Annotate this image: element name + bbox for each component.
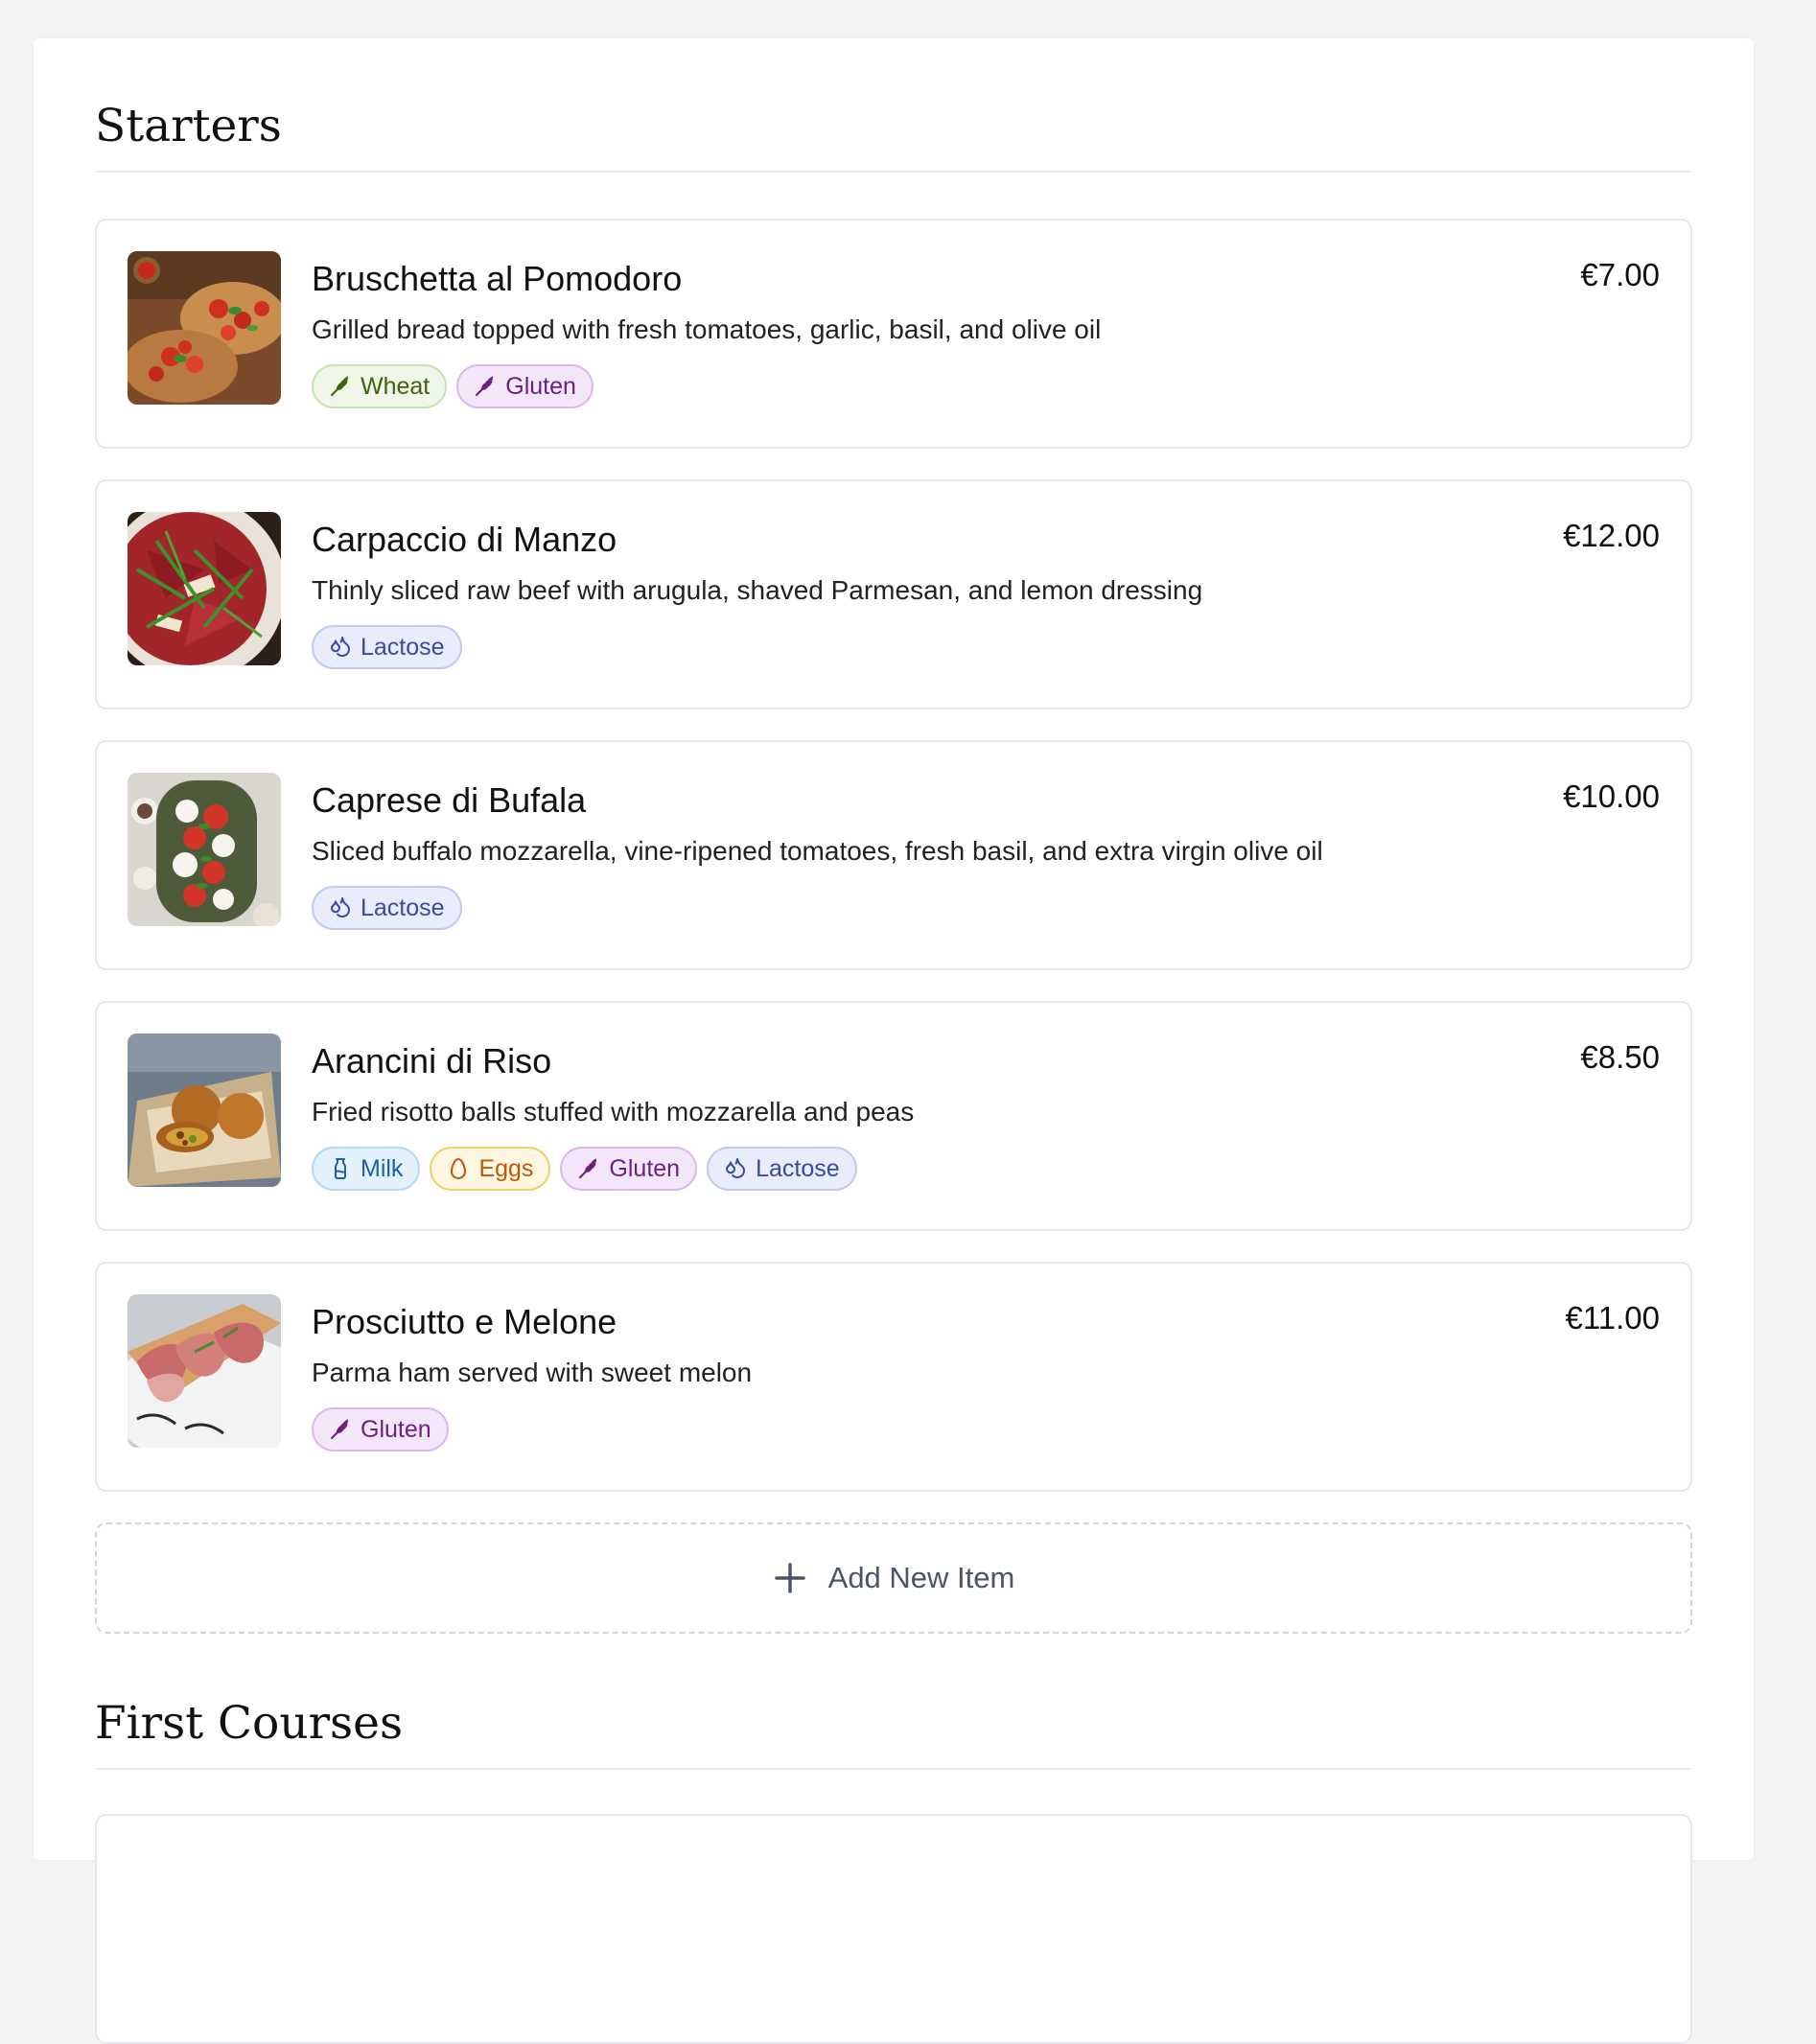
section-title: Starters <box>95 100 282 152</box>
section-title: First Courses <box>95 1697 404 1750</box>
allergen-label: Lactose <box>756 1154 840 1182</box>
prosciutto-image <box>128 1294 281 1448</box>
droplets-icon <box>724 1157 747 1180</box>
allergen-tag-gluten: Gluten <box>312 1407 449 1452</box>
menu-item-card[interactable]: Bruschetta al Pomodoro €7.00 Grilled bre… <box>95 219 1692 449</box>
item-price: €12.00 <box>1563 518 1660 553</box>
item-price: €7.00 <box>1580 257 1660 292</box>
plus-icon <box>773 1561 807 1595</box>
allergen-tag-lactose: Lactose <box>312 886 462 930</box>
item-name: Arancini di Riso <box>312 1041 552 1080</box>
carpaccio-image <box>128 512 281 665</box>
allergen-tags: Wheat Gluten <box>312 364 594 408</box>
item-name: Caprese di Bufala <box>312 780 587 820</box>
allergen-tag-lactose: Lactose <box>312 625 462 669</box>
arancini-image <box>128 1034 281 1187</box>
menu-item-card[interactable] <box>95 1814 1692 2044</box>
item-price: €11.00 <box>1565 1300 1660 1336</box>
wheat-icon <box>329 1418 352 1441</box>
bruschetta-image <box>128 251 281 405</box>
item-name: Bruschetta al Pomodoro <box>312 259 683 298</box>
allergen-tags: Gluten <box>312 1407 449 1452</box>
item-price: €8.50 <box>1580 1039 1660 1075</box>
allergen-label: Gluten <box>609 1154 681 1182</box>
allergen-tag-wheat: Wheat <box>312 364 448 408</box>
section-first-courses: First Courses <box>95 1701 1690 1746</box>
wheat-icon <box>329 375 352 398</box>
item-price: €10.00 <box>1563 778 1660 814</box>
item-description: Fried risotto balls stuffed with mozzare… <box>312 1097 915 1127</box>
milk-bottle-icon <box>329 1157 352 1180</box>
menu-item-card[interactable]: Prosciutto e Melone €11.00 Parma ham ser… <box>95 1262 1692 1492</box>
allergen-tag-lactose: Lactose <box>707 1147 857 1191</box>
item-name: Carpaccio di Manzo <box>312 520 617 559</box>
allergen-tag-gluten: Gluten <box>560 1147 698 1191</box>
menu-item-card[interactable]: Arancini di Riso €8.50 Fried risotto bal… <box>95 1001 1692 1231</box>
allergen-label: Gluten <box>505 372 576 400</box>
item-description: Sliced buffalo mozzarella, vine-ripened … <box>312 836 1323 866</box>
caprese-image <box>128 773 281 926</box>
allergen-label: Lactose <box>361 894 445 921</box>
wheat-icon <box>577 1157 600 1180</box>
item-description: Thinly sliced raw beef with arugula, sha… <box>312 575 1203 605</box>
add-new-item-label: Add New Item <box>827 1561 1015 1594</box>
allergen-tag-gluten: Gluten <box>456 364 594 408</box>
menu-editor-panel: Starters Bruschetta al Pomodoro €7.00 Gr… <box>34 38 1754 2044</box>
egg-icon <box>447 1157 470 1180</box>
droplets-icon <box>329 636 352 659</box>
droplets-icon <box>329 896 352 919</box>
section-starters: Starters <box>95 104 1690 149</box>
allergen-label: Wheat <box>361 372 431 400</box>
menu-item-card[interactable]: Carpaccio di Manzo €12.00 Thinly sliced … <box>95 479 1692 709</box>
allergen-tags: Milk Eggs Gluten Lactose <box>312 1147 857 1191</box>
item-description: Parma ham served with sweet melon <box>312 1358 753 1387</box>
allergen-label: Lactose <box>361 633 445 661</box>
allergen-label: Eggs <box>478 1154 534 1182</box>
allergen-label: Gluten <box>361 1415 431 1443</box>
menu-item-card[interactable]: Caprese di Bufala €10.00 Sliced buffalo … <box>95 740 1692 970</box>
wheat-icon <box>474 375 497 398</box>
allergen-tags: Lactose <box>312 886 462 930</box>
allergen-tag-milk: Milk <box>312 1147 421 1191</box>
allergen-tag-eggs: Eggs <box>430 1147 551 1191</box>
allergen-tags: Lactose <box>312 625 462 669</box>
item-name: Prosciutto e Melone <box>312 1302 617 1341</box>
allergen-label: Milk <box>361 1154 404 1182</box>
item-description: Grilled bread topped with fresh tomatoes… <box>312 314 1102 344</box>
add-new-item-button[interactable]: Add New Item <box>95 1522 1692 1634</box>
